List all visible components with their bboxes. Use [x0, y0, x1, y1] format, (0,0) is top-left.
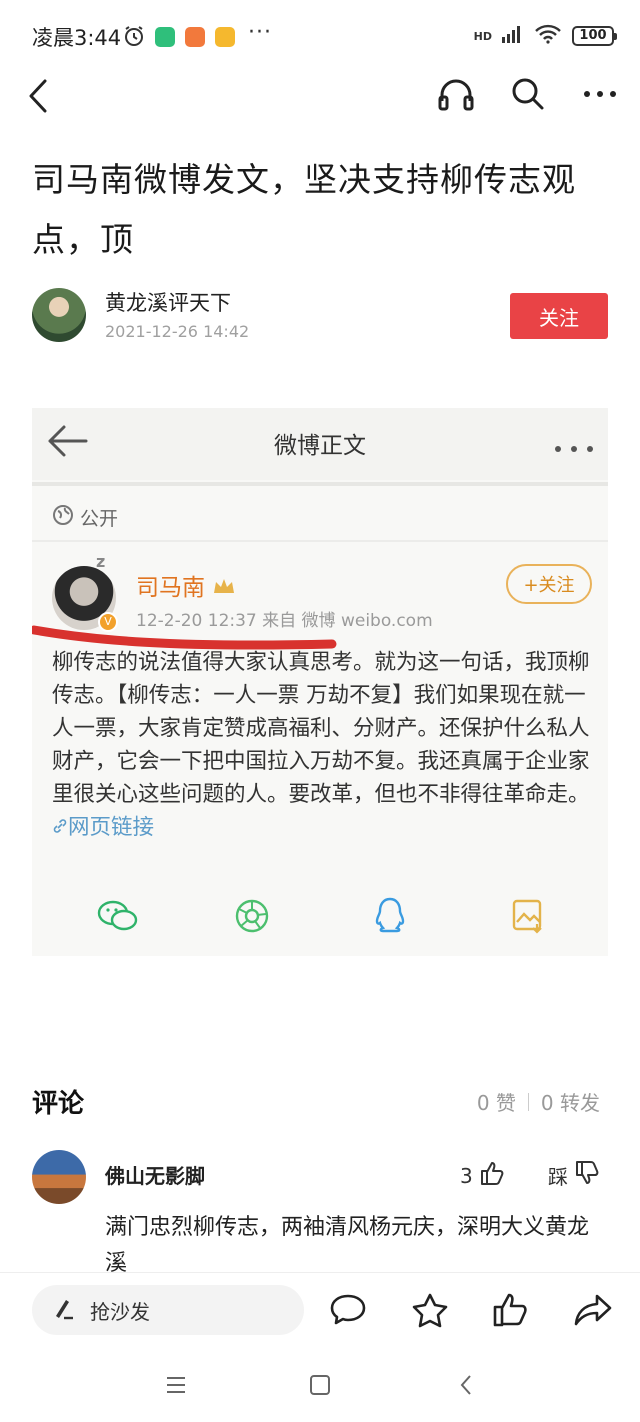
battery-indicator: 100	[572, 26, 617, 46]
dislike-label: 踩	[548, 1165, 568, 1189]
thumb-up-icon	[479, 1160, 505, 1191]
status-more: ···	[248, 20, 272, 45]
comment-like-button[interactable]: 3	[460, 1160, 505, 1191]
weibo-post-text: 柳传志的说法值得大家认真思考。就为这一句话，我顶柳传志。【柳传志：一人一票 万劫…	[52, 650, 590, 807]
pen-icon	[52, 1296, 76, 1325]
poster-name-text: 司马南	[136, 575, 205, 601]
poster-name: 司马南	[136, 568, 236, 602]
embed-nav: 微博正文	[32, 408, 608, 480]
thumb-down-icon	[574, 1160, 600, 1191]
divider	[32, 482, 608, 486]
commenter-name[interactable]: 佛山无影脚	[105, 1160, 205, 1189]
comment-text: 满门忠烈柳传志，两袖清风杨元庆，深明大义黄龙溪	[105, 1215, 590, 1274]
app-notification-icon	[215, 27, 235, 47]
app-notification-icon	[185, 27, 205, 47]
signal-icon	[502, 25, 524, 47]
comment-icon[interactable]	[325, 1287, 371, 1333]
divider	[32, 540, 608, 542]
share-row	[32, 886, 608, 950]
link-icon	[53, 819, 67, 833]
back-icon[interactable]	[18, 74, 58, 118]
qq-icon	[360, 886, 420, 946]
top-nav	[0, 68, 640, 122]
globe-icon	[52, 504, 74, 531]
home-icon[interactable]	[302, 1367, 338, 1403]
status-right: HD 100	[473, 24, 617, 48]
embed-title: 微博正文	[274, 433, 366, 459]
article-title: 司马南微博发文，坚决支持柳传志观点，顶	[32, 160, 576, 259]
visibility-label: 公开	[80, 508, 119, 530]
more-icon[interactable]	[578, 72, 622, 116]
crown-icon	[212, 575, 236, 601]
status-time: 凌晨3:44	[32, 26, 122, 50]
comment-stats: 0 赞 0 转发	[477, 1087, 600, 1116]
web-link: 网页链接	[52, 815, 154, 840]
web-link-label: 网页链接	[68, 815, 155, 840]
bottom-action-bar: 抢沙发	[0, 1272, 640, 1347]
weibo-follow-button: +关注	[506, 564, 592, 604]
system-nav-bar	[0, 1347, 640, 1422]
share-icon[interactable]	[570, 1287, 616, 1333]
save-image-icon	[498, 886, 558, 946]
follow-button[interactable]: 关注	[510, 293, 608, 339]
search-icon[interactable]	[506, 72, 550, 116]
star-icon[interactable]	[407, 1287, 453, 1333]
sleep-icon: z	[96, 552, 106, 571]
comment-input[interactable]: 抢沙发	[32, 1285, 304, 1335]
system-back-icon[interactable]	[448, 1367, 484, 1403]
embed-more-icon	[554, 438, 594, 457]
author-avatar[interactable]	[32, 288, 86, 342]
status-bar: 凌晨3:44 ··· HD 100	[0, 0, 640, 72]
comments-heading: 评论	[32, 1089, 85, 1119]
wechat-icon	[88, 886, 148, 946]
divider	[527, 1092, 529, 1111]
comment-like-count: 3	[460, 1163, 473, 1188]
comment-dislike-button[interactable]: 踩	[548, 1160, 600, 1191]
like-count: 0 赞	[476, 1091, 516, 1115]
embedded-weibo-image[interactable]: 微博正文 公开 V z 司马南 12-2-20 12:37 来自 微博 weib…	[32, 408, 608, 956]
publish-date: 2021-12-26 14:42	[105, 322, 250, 341]
wifi-icon	[534, 24, 562, 48]
moments-icon	[222, 886, 282, 946]
headphones-icon[interactable]	[434, 72, 478, 116]
comment-input-placeholder: 抢沙发	[90, 1299, 150, 1324]
like-icon[interactable]	[488, 1287, 534, 1333]
weibo-post-body: 柳传志的说法值得大家认真思考。就为这一句话，我顶柳传志。【柳传志：一人一票 万劫…	[52, 646, 592, 844]
network-label: HD	[473, 29, 492, 43]
menu-icon[interactable]	[158, 1367, 194, 1403]
repost-count: 0 转发	[540, 1091, 600, 1115]
author-name[interactable]: 黄龙溪评天下	[105, 287, 231, 317]
app-notification-icon	[155, 27, 175, 47]
visibility-row: 公开	[52, 504, 118, 531]
alarm-icon	[122, 24, 146, 52]
commenter-avatar[interactable]	[32, 1150, 86, 1204]
